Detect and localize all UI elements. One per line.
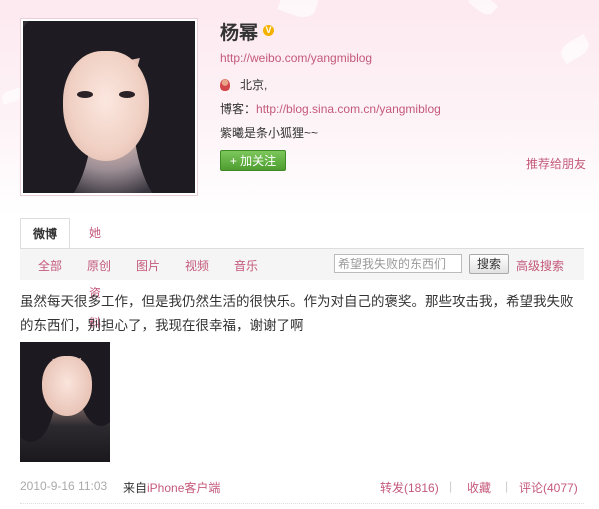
verified-icon: V [263,25,274,36]
filter-bar: 全部 原创 图片 视频 音乐 搜索 高级搜索 [20,248,584,280]
post-image-face [42,356,92,416]
search-input[interactable] [334,254,462,273]
post-text: 虽然每天很多工作，但是我仍然生活的很快乐。作为对自己的褒奖。那些攻击我，希望我失… [20,294,574,333]
blog-label: 博客： [220,102,257,116]
meta-separator: | [505,479,509,493]
profile-url-link[interactable]: http://weibo.com/yangmiblog [220,51,372,65]
avatar-eye-left [77,91,93,98]
repost-link[interactable]: 转发(1816) [380,479,439,496]
comment-link[interactable]: 评论(4077) [519,479,578,496]
post-source: 来自iPhone客户端 [123,479,220,496]
tab-weibo[interactable]: 微博 [20,218,70,248]
avatar-face [63,51,149,161]
follow-button[interactable]: + 加关注 [220,150,286,171]
recommend-to-friends-link[interactable]: 推荐给朋友 [526,155,586,172]
filter-pictures[interactable]: 图片 [136,257,160,274]
source-prefix: 来自 [123,481,148,495]
profile-name: 杨幂 [220,23,259,44]
filter-videos[interactable]: 视频 [185,257,209,274]
advanced-search-link[interactable]: 高级搜索 [516,257,564,274]
post-date[interactable]: 2010-9-16 11:03 [20,479,107,493]
blog-link[interactable]: http://blog.sina.com.cn/yangmiblog [256,102,441,116]
meta-separator: | [449,479,453,493]
avatar-photo [23,21,195,193]
favorite-link[interactable]: 收藏 [467,479,491,496]
filter-music[interactable]: 音乐 [234,257,258,274]
filter-original[interactable]: 原创 [87,257,111,274]
search-button[interactable]: 搜索 [469,254,509,274]
avatar-eye-right [119,91,135,98]
profile-intro: 紫曦是条小狐狸~~ [220,126,319,140]
post-divider [20,503,584,504]
post-image[interactable] [20,342,110,462]
source-link[interactable]: iPhone客户端 [147,481,220,495]
location-text: 北京, [240,78,268,92]
location-row: 北京, [220,76,267,93]
blog-row: 博客：http://blog.sina.com.cn/yangmiblog [220,100,441,117]
filter-all[interactable]: 全部 [38,257,62,274]
avatar[interactable] [20,18,198,196]
user-location-icon [220,79,230,91]
